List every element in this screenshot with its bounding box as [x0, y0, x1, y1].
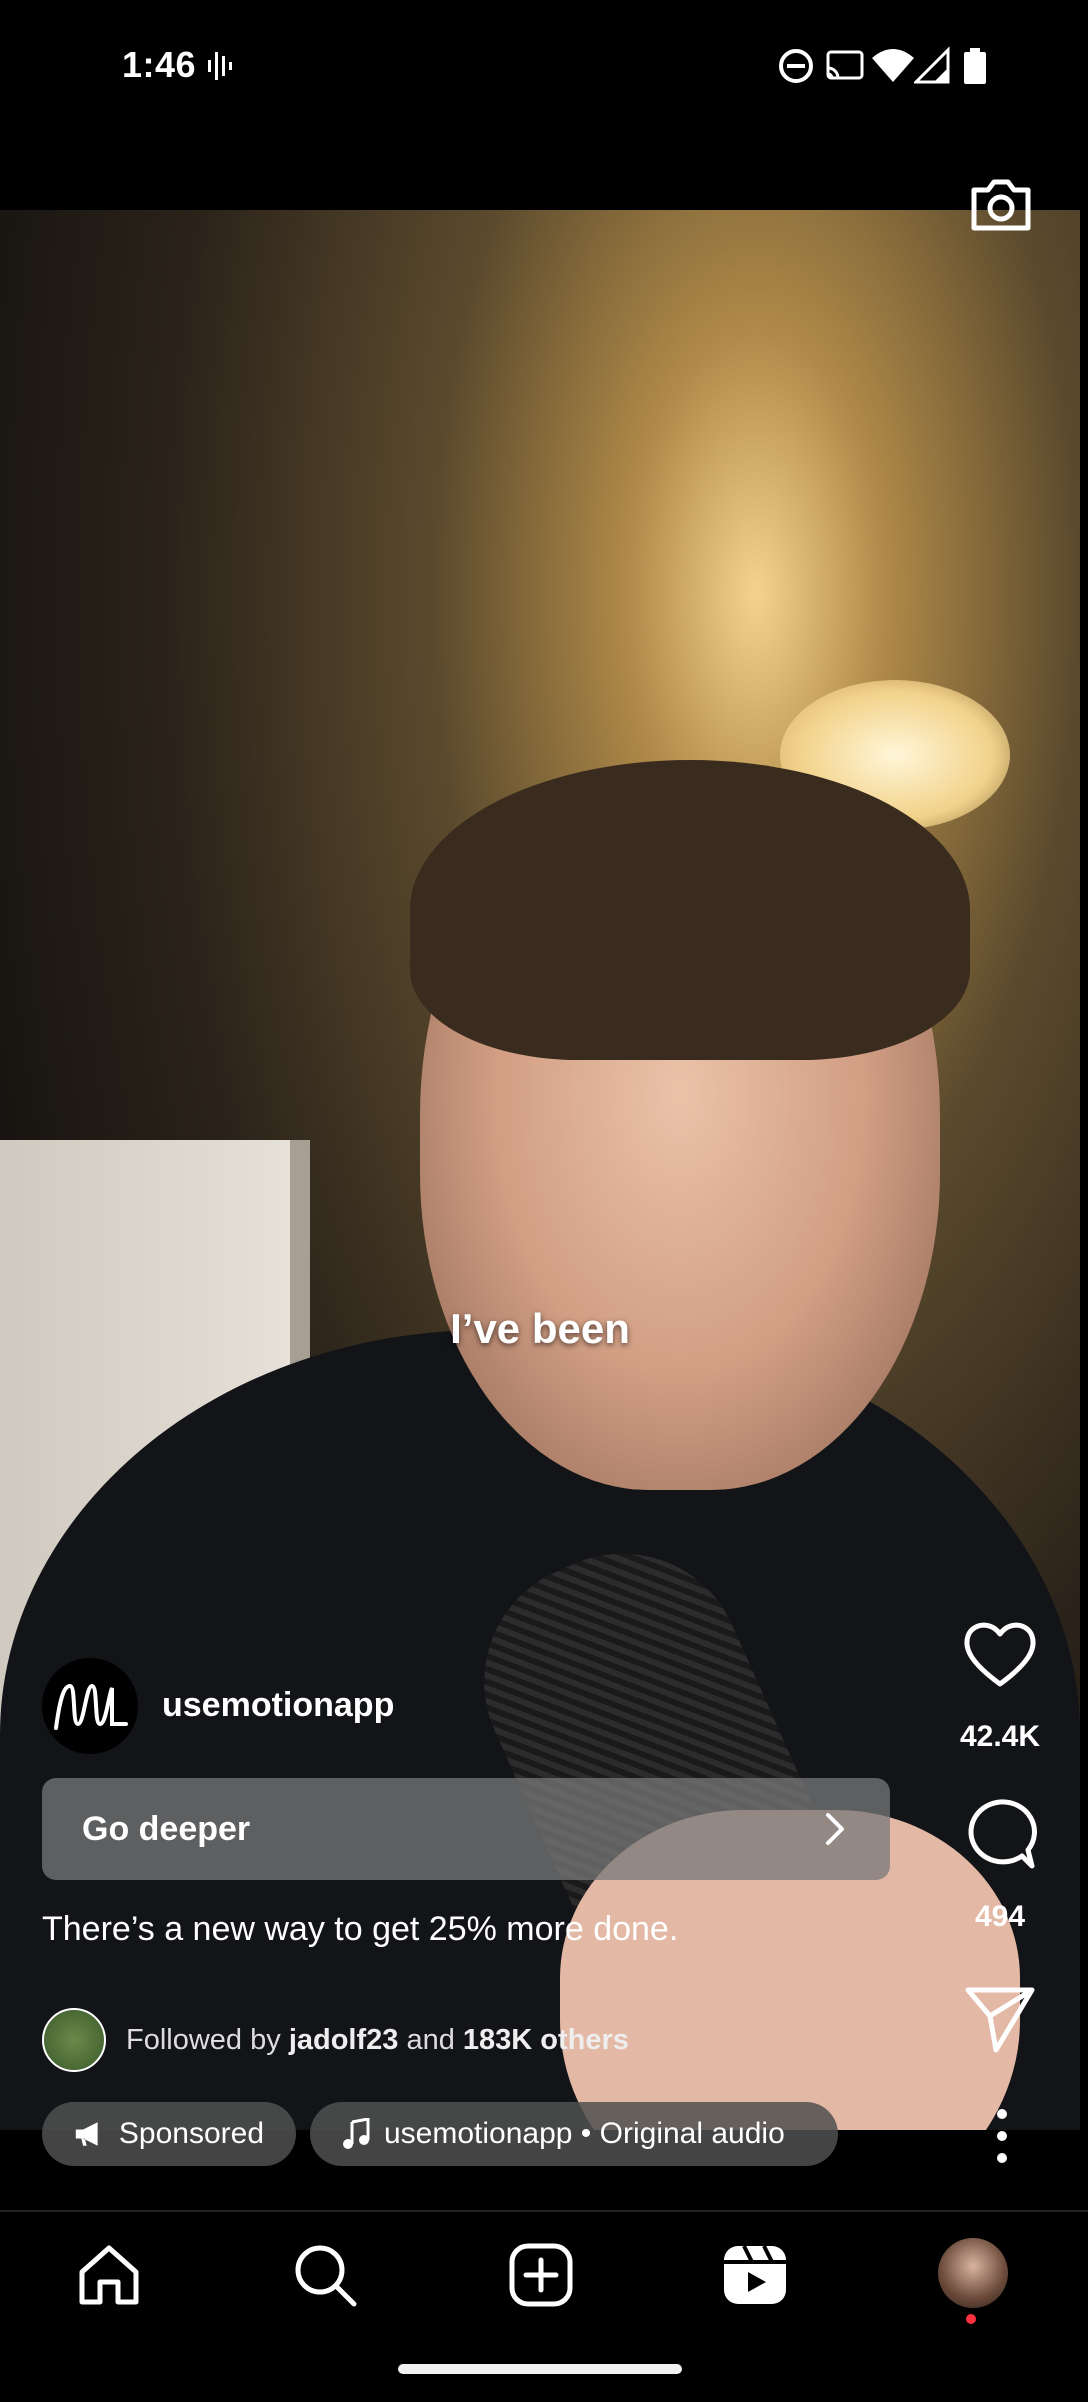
sound-wave-icon — [208, 52, 232, 80]
chevron-right-icon — [826, 1813, 844, 1845]
gesture-handle[interactable] — [398, 2364, 682, 2374]
followed-by-others: 183K others — [462, 2023, 629, 2056]
create-post-icon[interactable] — [506, 2240, 576, 2310]
status-time: 1:46 — [122, 44, 197, 85]
profile-avatar[interactable] — [938, 2238, 1008, 2308]
follower-avatar — [42, 2008, 106, 2072]
followed-by-user: jadolf23 — [288, 2023, 399, 2056]
sponsored-pill[interactable]: Sponsored — [42, 2102, 296, 2166]
likes-count: 42.4K — [959, 1720, 1041, 1753]
video-caption: I’ve been — [450, 1305, 630, 1352]
go-deeper-button[interactable]: Go deeper — [42, 1778, 890, 1880]
search-icon[interactable] — [290, 2240, 360, 2310]
home-icon[interactable] — [74, 2240, 144, 2310]
battery-icon — [964, 48, 986, 84]
music-note-icon — [343, 2118, 370, 2149]
person-hair — [410, 760, 970, 1060]
do-not-disturb-icon — [779, 49, 813, 83]
audio-pill[interactable]: usemotionapp • Original audio — [310, 2102, 838, 2166]
comments-count: 494 — [974, 1900, 1026, 1933]
account-avatar[interactable] — [42, 1658, 138, 1754]
comment-icon[interactable] — [960, 1794, 1040, 1874]
share-send-icon[interactable] — [960, 1976, 1040, 2056]
signal-icon — [914, 46, 950, 84]
notification-dot — [966, 2314, 976, 2324]
motion-logo-icon — [54, 1683, 128, 1730]
followed-by-and: and — [406, 2023, 455, 2056]
account-username[interactable]: usemotionapp — [162, 1686, 394, 1725]
like-heart-icon[interactable] — [960, 1614, 1040, 1694]
cta-label: Go deeper — [82, 1809, 251, 1848]
post-caption[interactable]: There’s a new way to get 25% more done. — [42, 1910, 678, 1949]
audio-label: usemotionapp • Original audio — [384, 2117, 785, 2150]
followed-by-prefix: Followed by — [126, 2023, 281, 2056]
camera-icon[interactable] — [966, 168, 1036, 238]
followed-by-row[interactable]: Followed by jadolf23 and 183K others — [42, 2008, 629, 2072]
cast-icon — [826, 50, 864, 80]
more-options-icon[interactable] — [996, 2108, 1008, 2164]
wifi-icon — [872, 49, 914, 82]
reels-icon[interactable] — [720, 2240, 790, 2310]
sponsored-label: Sponsored — [118, 2117, 264, 2150]
megaphone-icon — [75, 2122, 98, 2146]
